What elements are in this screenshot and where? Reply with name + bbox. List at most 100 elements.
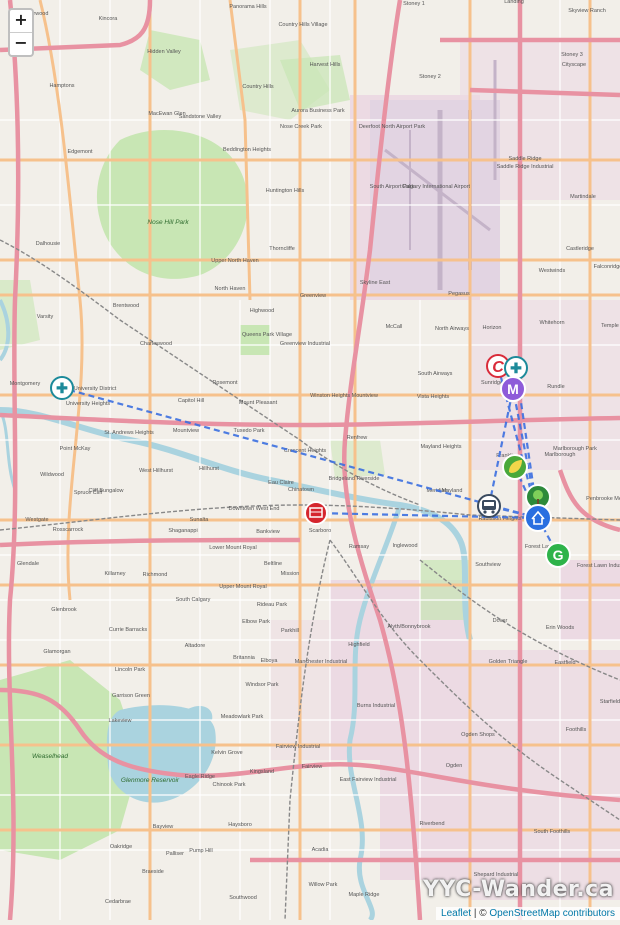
neighbourhood-label: Westgate [25,517,48,523]
neighbourhood-label: Westwinds [539,268,566,274]
neighbourhood-label: Kingsland [250,769,274,775]
clinic-marker[interactable]: ✚ [50,376,74,400]
neighbourhood-label: Aurora Business Park [291,108,344,114]
neighbourhood-label: Harvest Hills [310,62,341,68]
neighbourhood-label: Willow Park [309,882,338,888]
neighbourhood-label: Manchester Industrial [295,659,348,665]
neighbourhood-label: Fairview Industrial [276,744,320,750]
neighbourhood-label: Sandstone Valley [179,114,222,120]
neighbourhood-label: Richmond [143,572,168,578]
neighbourhood-label: Windsor Park [245,682,278,688]
neighbourhood-label: Vista Heights [417,394,450,400]
neighbourhood-label: Southview [475,562,500,568]
neighbourhood-label: Southwood [229,895,257,901]
neighbourhood-label: Point McKay [60,446,91,452]
neighbourhood-label: Foothills [566,727,587,733]
neighbourhood-label: West Hillhurst [139,468,173,474]
neighbourhood-label: Mayland [442,488,463,494]
neighbourhood-label: Eagle Ridge [185,774,215,780]
neighbourhood-label: Capitol Hill [178,398,204,404]
neighbourhood-label: Haysboro [228,822,252,828]
neighbourhood-label: Mountview [173,428,199,434]
neighbourhood-label: Greenview [300,293,326,299]
neighbourhood-label: Inglewood [392,543,417,549]
neighbourhood-label: Castleridge [566,246,594,252]
neighbourhood-label: Renfrew [347,435,368,441]
downtown-marker[interactable] [304,501,328,525]
neighbourhood-label: Alyth/Bonnybrook [387,624,430,630]
neighbourhood-label: Glenbrook [51,607,77,613]
neighbourhood-label: Meadowlark Park [221,714,264,720]
neighbourhood-label: Upper North Haven [211,258,258,264]
neighbourhood-label: Hillhurst [199,466,219,472]
neighbourhood-label: Weaselhead [32,753,68,760]
neighbourhood-label: Saddle Ridge Industrial [497,164,554,170]
neighbourhood-label: Downtown West End [229,506,280,512]
neighbourhood-label: Country Hills [242,84,273,90]
neighbourhood-label: Chinook Park [212,782,245,788]
neighbourhood-label: Kelvin Grove [211,750,243,756]
neighbourhood-label: Rosemont [212,380,238,386]
neighbourhood-label: Ramsay [349,544,369,550]
letter-g-icon: G [553,547,564,563]
canadian-restaurant-icon: C [492,359,504,376]
neighbourhood-label: South Foothills [534,829,571,835]
neighbourhood-label: Braeside [142,869,164,875]
transit-marker[interactable] [477,494,501,518]
grocery-marker[interactable]: G [545,542,571,568]
clinic-marker-ne[interactable]: ✚ [504,356,528,380]
zoom-control: + − [8,8,34,57]
neighbourhood-label: Crescent Heights [284,448,326,454]
neighbourhood-label: Parkhill [281,628,299,634]
neighbourhood-label: Golden Triangle [489,659,528,665]
medical-cross-icon: ✚ [510,360,522,376]
neighbourhood-label: Shaganappi [168,528,197,534]
neighbourhood-label: South Calgary [176,597,211,603]
neighbourhood-label: Rundle [547,384,564,390]
neighbourhood-label: Rideau Park [257,602,288,608]
neighbourhood-label: Saddle Ridge [508,156,541,162]
zoom-out-button[interactable]: − [10,32,32,55]
neighbourhood-label: Cedarbrae [105,899,131,905]
neighbourhood-label: University Heights [66,401,111,407]
neighbourhood-label: Brentwood [113,303,139,309]
site-watermark: YYC-Wander.ca [423,877,614,902]
neighbourhood-label: McCall [386,324,403,330]
neighbourhood-label: Highwood [250,308,274,314]
neighbourhood-label: Winston Heights Mountview [310,393,378,399]
neighbourhood-label: Edgemont [67,149,93,155]
attribution-separator: | © [471,908,490,919]
neighbourhood-label: Bankview [256,529,280,535]
neighbourhood-label: Mission [281,571,300,577]
neighbourhood-label: Bridgeland Riverside [329,476,380,482]
neighbourhood-label: Eau Claire [268,480,294,486]
neighbourhood-label: Panorama Hills [229,4,267,10]
garden-marker[interactable] [502,454,528,480]
neighbourhood-label: Killarney [104,571,125,577]
neighbourhood-label: Beddington Heights [223,147,271,153]
neighbourhood-label: Pegasus [448,291,470,297]
leaflet-link[interactable]: Leaflet [441,908,471,919]
neighbourhood-label: Glamorgan [43,649,70,655]
neighbourhood-label: Starfield [600,699,620,705]
home-marker[interactable] [524,504,552,532]
map-view[interactable]: Sherwood Kincora Panorama Hills Country Hil… [0,0,620,922]
market-marker[interactable]: M [500,376,526,402]
neighbourhood-label: Landing [504,0,524,5]
neighbourhood-label: Pump Hill [189,848,213,854]
neighbourhood-label: Skyline East [360,280,391,286]
neighbourhood-label: Sunalta [190,517,210,523]
neighbourhood-label: North Haven [215,286,246,292]
neighbourhood-label: University District [74,386,117,392]
neighbourhood-label: Lakeview [109,718,132,724]
neighbourhood-label: Queens Park Village [242,332,292,338]
neighbourhood-label: Ogden [446,763,463,769]
neighbourhood-label: Elbow Park [242,619,270,625]
neighbourhood-label: Skyview Ranch [568,8,606,14]
neighbourhood-label: Marlborough Park [553,446,597,452]
zoom-in-button[interactable]: + [10,10,32,32]
osm-link[interactable]: OpenStreetMap contributors [489,908,615,919]
neighbourhood-label: Chinatown [288,487,314,493]
neighbourhood-label: Falconridge [594,264,620,270]
neighbourhood-label: Britannia [233,655,256,661]
